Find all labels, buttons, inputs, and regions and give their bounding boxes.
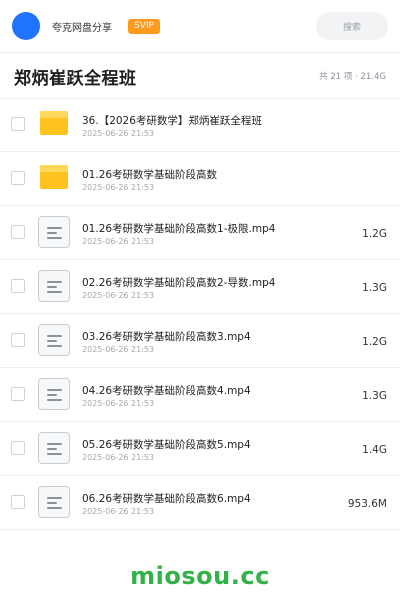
item-icon-wrap [38, 432, 70, 464]
list-item[interactable]: 36.【2026考研数学】郑炳崔跃全程班 2025-06-26 21:53 [0, 98, 400, 152]
item-icon-wrap [38, 162, 70, 194]
item-date: 2025-06-26 21:53 [82, 237, 155, 246]
file-icon [38, 270, 70, 302]
file-icon [38, 378, 70, 410]
item-date: 2025-06-26 21:53 [82, 345, 155, 354]
list-item[interactable]: 04.26考研数学基础阶段高数4.mp4 2025-06-26 21:53 1.3G [0, 368, 400, 422]
item-name: 36.【2026考研数学】郑炳崔跃全程班 [82, 115, 262, 127]
list-item[interactable]: 06.26考研数学基础阶段高数6.mp4 2025-06-26 21:53 953.… [0, 476, 400, 530]
select-checkbox[interactable] [11, 333, 25, 347]
item-icon-wrap [38, 216, 70, 248]
select-checkbox[interactable] [11, 387, 25, 401]
header-divider [0, 52, 400, 53]
select-checkbox[interactable] [11, 441, 25, 455]
item-size: 1.2G [362, 228, 387, 240]
item-date: 2025-06-26 21:53 [82, 453, 155, 462]
item-name: 01.26考研数学基础阶段高数 [82, 169, 218, 181]
list-item[interactable]: 02.26考研数学基础阶段高数2-导数.mp4 2025-06-26 21:53 1… [0, 260, 400, 314]
item-name: 04.26考研数学基础阶段高数4.mp4 [82, 385, 251, 397]
item-date: 2025-06-26 21:53 [82, 183, 155, 192]
item-date: 2025-06-26 21:53 [82, 507, 155, 516]
item-size: 1.3G [362, 390, 387, 402]
file-icon [38, 324, 70, 356]
file-icon [38, 486, 70, 518]
select-checkbox[interactable] [11, 279, 25, 293]
item-date: 2025-06-26 21:53 [82, 399, 155, 408]
svip-badge: SVIP [128, 18, 160, 34]
file-icon [38, 432, 70, 464]
page-title: 郑炳崔跃全程班 [14, 68, 137, 89]
folder-icon [40, 165, 68, 189]
avatar[interactable] [12, 12, 40, 40]
item-name: 06.26考研数学基础阶段高数6.mp4 [82, 493, 251, 505]
search-button[interactable]: 搜索 [316, 12, 388, 40]
share-owner-name: 夸克网盘分享 [52, 22, 112, 34]
file-icon [38, 216, 70, 248]
list-item[interactable]: 03.26考研数学基础阶段高数3.mp4 2025-06-26 21:53 1.2G [0, 314, 400, 368]
item-size: 1.3G [362, 282, 387, 294]
item-icon-wrap [38, 378, 70, 410]
item-name: 02.26考研数学基础阶段高数2-导数.mp4 [82, 277, 276, 289]
item-icon-wrap [38, 486, 70, 518]
item-count-summary: 共 21 项 · 21.4G [319, 72, 386, 82]
list-item[interactable]: 05.26考研数学基础阶段高数5.mp4 2025-06-26 21:53 1.4G [0, 422, 400, 476]
item-name: 01.26考研数学基础阶段高数1-极限.mp4 [82, 223, 276, 235]
select-checkbox[interactable] [11, 117, 25, 131]
watermark-text: miosou.cc [130, 562, 270, 590]
file-list: 36.【2026考研数学】郑炳崔跃全程班 2025-06-26 21:53 01.2… [0, 98, 400, 530]
item-size: 953.6M [347, 498, 387, 510]
item-date: 2025-06-26 21:53 [82, 129, 155, 138]
item-icon-wrap [38, 108, 70, 140]
select-checkbox[interactable] [11, 171, 25, 185]
title-bar: 郑炳崔跃全程班 共 21 项 · 21.4G [0, 54, 400, 98]
list-item[interactable]: 01.26考研数学基础阶段高数1-极限.mp4 2025-06-26 21:53 1… [0, 206, 400, 260]
item-date: 2025-06-26 21:53 [82, 291, 155, 300]
select-checkbox[interactable] [11, 225, 25, 239]
item-icon-wrap [38, 270, 70, 302]
item-icon-wrap [38, 324, 70, 356]
item-size: 1.2G [362, 336, 387, 348]
select-checkbox[interactable] [11, 495, 25, 509]
list-item[interactable]: 01.26考研数学基础阶段高数 2025-06-26 21:53 [0, 152, 400, 206]
item-name: 03.26考研数学基础阶段高数3.mp4 [82, 331, 251, 343]
item-name: 05.26考研数学基础阶段高数5.mp4 [82, 439, 251, 451]
top-bar: 夸克网盘分享 SVIP 搜索 [0, 0, 400, 52]
folder-icon [40, 111, 68, 135]
item-size: 1.4G [362, 444, 387, 456]
